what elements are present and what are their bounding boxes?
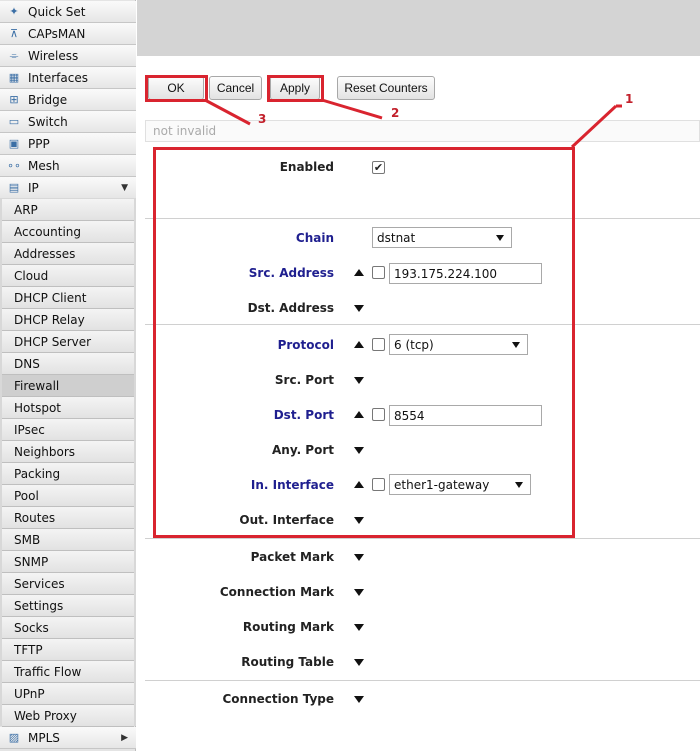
annotation-number-3: 3 — [258, 112, 267, 126]
expand-down-icon[interactable] — [354, 589, 364, 596]
routing-mark-label: Routing Mark — [242, 620, 334, 634]
connection-type-label: Connection Type — [222, 692, 334, 706]
submenu-item[interactable]: Cloud — [2, 265, 134, 287]
annotation-box-3 — [145, 75, 208, 102]
submenu-item[interactable]: Neighbors — [2, 441, 134, 463]
interfaces-icon: ▦ — [8, 71, 20, 84]
antenna-icon: ⊼ — [9, 27, 19, 40]
submenu-item[interactable]: Socks — [2, 617, 134, 639]
submenu-item[interactable]: Packing — [2, 463, 134, 485]
submenu-item[interactable]: Addresses — [2, 243, 134, 265]
wireless-icon: ⌯ — [9, 48, 19, 62]
sidebar-item-quick-set[interactable]: ✦ Quick Set — [0, 1, 136, 23]
ppp-icon: ▣ — [8, 137, 20, 150]
magic-wand-icon: ✦ — [9, 5, 19, 18]
section-divider — [145, 680, 700, 681]
cancel-button[interactable]: Cancel — [209, 76, 262, 100]
submenu-item[interactable]: Routes — [2, 507, 134, 529]
mpls-icon: ▨ — [8, 731, 20, 744]
submenu-item[interactable]: ARP — [2, 199, 134, 221]
sidebar-item-switch[interactable]: ▭ Switch — [0, 111, 136, 133]
sidebar-item-capsman[interactable]: ⊼ CAPsMAN — [0, 23, 136, 45]
submenu-item[interactable]: DHCP Client — [2, 287, 134, 309]
bridge-icon: ⊞ — [9, 93, 19, 106]
connection-mark-label: Connection Mark — [219, 585, 334, 599]
reset-counters-button[interactable]: Reset Counters — [337, 76, 435, 100]
expand-down-icon[interactable] — [354, 624, 364, 631]
annotation-number-2: 2 — [391, 106, 400, 120]
submenu-item[interactable]: TFTP — [2, 639, 134, 661]
sidebar-item-bridge[interactable]: ⊞ Bridge — [0, 89, 136, 111]
sidebar-item-ip[interactable]: ▤ IP ▼ — [0, 177, 136, 199]
submenu-item[interactable]: Settings — [2, 595, 134, 617]
submenu-item-firewall[interactable]: Firewall — [2, 375, 134, 397]
submenu-item[interactable]: Hotspot — [2, 397, 134, 419]
sidebar-item-mpls[interactable]: ▨ MPLS ▶ — [0, 727, 136, 749]
expand-down-icon[interactable] — [354, 659, 364, 666]
annotation-line-2 — [321, 98, 383, 120]
expand-down-icon[interactable] — [354, 696, 364, 703]
top-bar — [137, 0, 700, 56]
submenu-item[interactable]: UPnP — [2, 683, 134, 705]
submenu-item[interactable]: Services — [2, 573, 134, 595]
sidebar-item-wireless[interactable]: ⌯ Wireless — [0, 45, 136, 67]
mesh-icon: ∘∘ — [7, 159, 21, 172]
routing-table-label: Routing Table — [241, 655, 334, 669]
section-divider — [145, 538, 700, 539]
submenu-item[interactable]: Accounting — [2, 221, 134, 243]
submenu-item[interactable]: DNS — [2, 353, 134, 375]
status-bar: not invalid — [145, 120, 700, 142]
submenu-item[interactable]: Web Proxy — [2, 705, 134, 727]
submenu-item[interactable]: SNMP — [2, 551, 134, 573]
submenu-item[interactable]: SMB — [2, 529, 134, 551]
submenu-item[interactable]: DHCP Server — [2, 331, 134, 353]
annotation-box-2 — [267, 75, 324, 102]
sidebar-item-interfaces[interactable]: ▦ Interfaces — [0, 67, 136, 89]
submenu-item[interactable]: DHCP Relay — [2, 309, 134, 331]
sidebar-item-ppp[interactable]: ▣ PPP — [0, 133, 136, 155]
switch-icon: ▭ — [8, 115, 20, 128]
packet-mark-label: Packet Mark — [250, 550, 334, 564]
sidebar-item-mesh[interactable]: ∘∘ Mesh — [0, 155, 136, 177]
annotation-number-1: 1 — [625, 92, 634, 106]
submenu-item[interactable]: Pool — [2, 485, 134, 507]
expand-down-icon[interactable] — [354, 554, 364, 561]
sidebar: ✦ Quick Set ⊼ CAPsMAN ⌯ Wireless ▦ Inter… — [0, 0, 136, 751]
chevron-down-icon: ▼ — [121, 182, 128, 193]
chevron-right-icon: ▶ — [121, 732, 128, 743]
annotation-box-1 — [153, 147, 575, 538]
submenu-item[interactable]: Traffic Flow — [2, 661, 134, 683]
ip-icon: ▤ — [8, 181, 20, 194]
submenu-item[interactable]: IPsec — [2, 419, 134, 441]
